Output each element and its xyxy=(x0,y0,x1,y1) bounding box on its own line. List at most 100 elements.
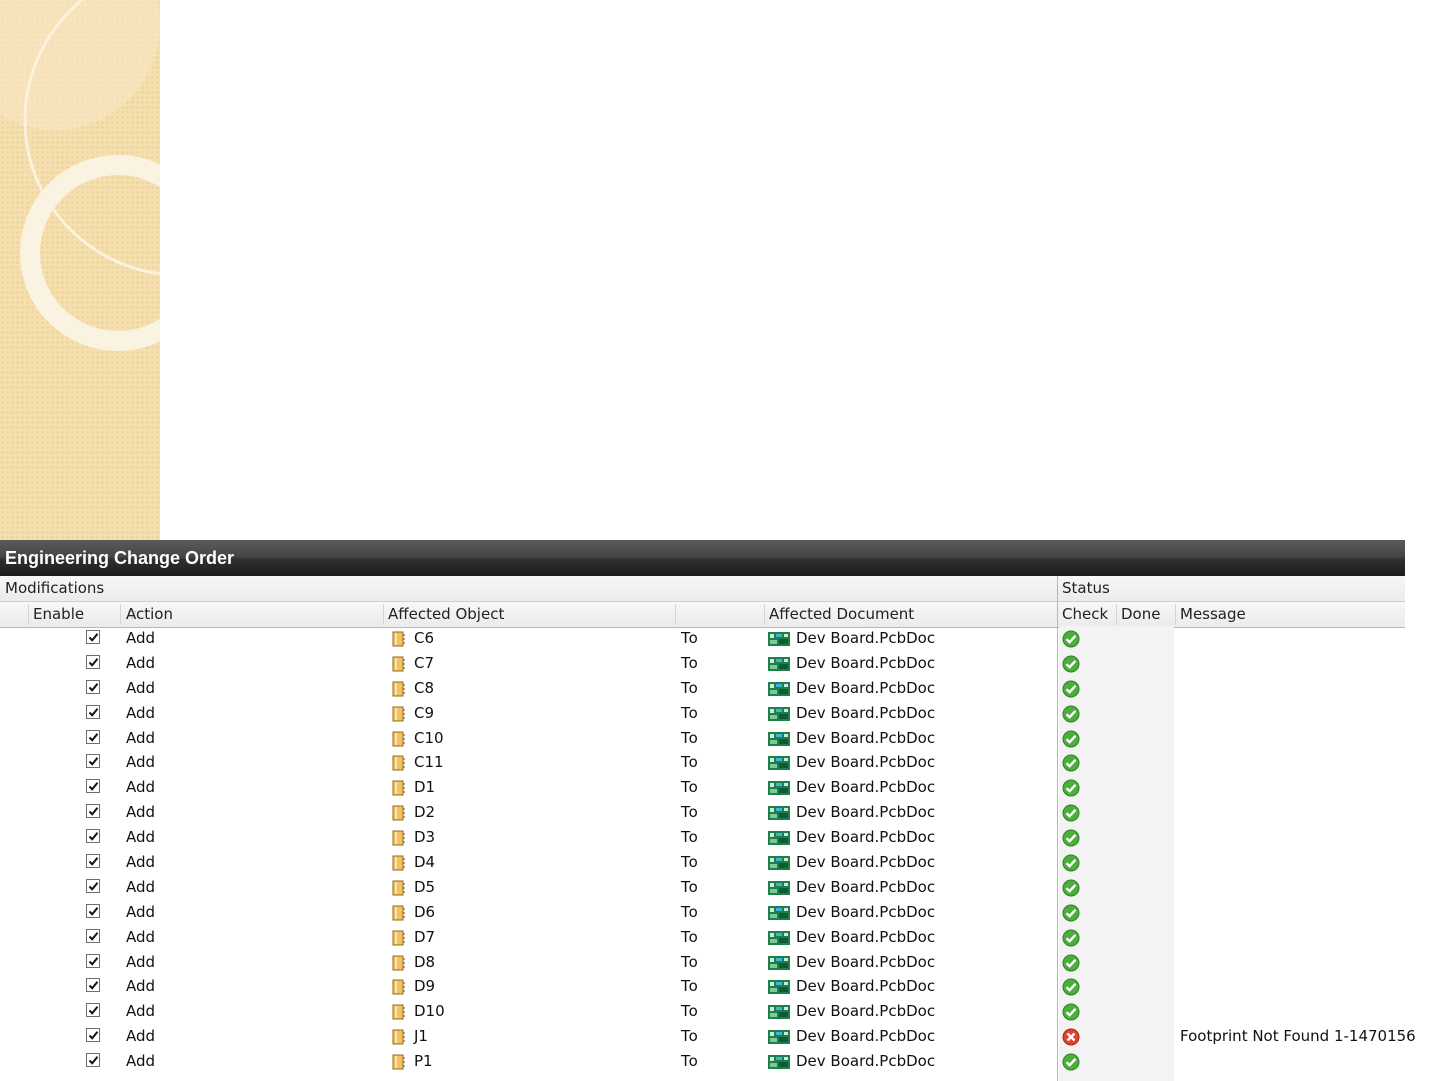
enable-checkbox[interactable] xyxy=(86,679,100,694)
action-cell: Add xyxy=(126,1002,156,1021)
table-row[interactable]: Add P1 To Dev Board.PcbDoc xyxy=(0,1049,1405,1074)
table-row[interactable]: Add J1 To Dev Board.PcbDoc Footprint Not… xyxy=(0,1024,1416,1049)
enable-checkbox[interactable] xyxy=(86,704,100,719)
green-check-icon xyxy=(1062,954,1080,976)
column-header-action[interactable]: Action xyxy=(121,602,383,627)
column-header-affected-document[interactable]: Affected Document xyxy=(764,602,1057,627)
enable-checkbox[interactable] xyxy=(86,630,100,644)
action-cell: Add xyxy=(126,828,156,847)
enable-checkbox[interactable] xyxy=(86,654,100,669)
component-icon xyxy=(392,955,405,971)
pcb-document-icon xyxy=(768,1055,790,1070)
table-row[interactable]: Add D4 To Dev Board.PcbDoc xyxy=(0,850,1405,875)
green-check-icon xyxy=(1062,879,1080,901)
pcb-document-icon xyxy=(768,756,790,771)
pcb-document-icon xyxy=(768,905,790,920)
to-cell: To xyxy=(681,927,699,946)
column-header-enable[interactable]: Enable ▽ xyxy=(28,602,136,627)
action-cell: Add xyxy=(126,977,156,996)
green-check-icon xyxy=(1062,680,1080,702)
enable-checkbox[interactable] xyxy=(86,878,100,893)
action-cell: Add xyxy=(126,853,156,872)
pcb-document-icon xyxy=(768,955,790,970)
affected-object-cell: C10 xyxy=(414,728,444,747)
action-cell: Add xyxy=(126,927,156,946)
table-row[interactable]: Add C11 To Dev Board.PcbDoc xyxy=(0,750,1405,775)
pcb-document-icon xyxy=(768,1030,790,1045)
table-row[interactable]: Add D8 To Dev Board.PcbDoc xyxy=(0,950,1405,975)
table-row[interactable]: Add C9 To Dev Board.PcbDoc xyxy=(0,701,1405,726)
action-cell: Add xyxy=(126,678,156,697)
enable-checkbox[interactable] xyxy=(86,903,100,918)
green-check-icon xyxy=(1062,754,1080,776)
table-row[interactable]: Add C7 To Dev Board.PcbDoc xyxy=(0,651,1405,676)
to-cell: To xyxy=(681,629,699,647)
action-cell: Add xyxy=(126,902,156,921)
table-row[interactable]: Add C10 To Dev Board.PcbDoc xyxy=(0,726,1405,751)
table-row[interactable]: Add D5 To Dev Board.PcbDoc xyxy=(0,875,1405,900)
to-cell: To xyxy=(681,902,699,921)
group-modifications: Modifications xyxy=(5,579,105,597)
affected-object-cell: C9 xyxy=(414,703,435,722)
column-header-affected-object[interactable]: Affected Object xyxy=(383,602,675,627)
affected-object-cell: P1 xyxy=(414,1052,433,1071)
column-header-check[interactable]: Check xyxy=(1057,602,1116,627)
decorative-panel xyxy=(0,0,160,540)
table-row[interactable]: Add D6 To Dev Board.PcbDoc xyxy=(0,900,1405,925)
enable-checkbox[interactable] xyxy=(86,854,100,869)
column-header-to[interactable] xyxy=(675,602,764,627)
affected-document-cell: Dev Board.PcbDoc xyxy=(796,653,936,672)
enable-checkbox[interactable] xyxy=(86,953,100,968)
pcb-document-icon xyxy=(768,880,790,895)
table-row[interactable]: Add D2 To Dev Board.PcbDoc xyxy=(0,800,1405,825)
enable-checkbox[interactable] xyxy=(86,1053,100,1068)
green-check-icon xyxy=(1062,655,1080,677)
column-header-blank[interactable] xyxy=(0,602,28,627)
enable-checkbox[interactable] xyxy=(86,729,100,744)
action-cell: Add xyxy=(126,1052,156,1071)
table-row[interactable]: Add D9 To Dev Board.PcbDoc xyxy=(0,974,1405,999)
green-check-icon xyxy=(1062,730,1080,752)
affected-document-cell: Dev Board.PcbDoc xyxy=(796,728,936,747)
enable-checkbox[interactable] xyxy=(86,1028,100,1043)
affected-object-cell: C6 xyxy=(414,629,435,647)
affected-object-cell: D10 xyxy=(414,1002,445,1021)
table-row[interactable]: Add D7 To Dev Board.PcbDoc xyxy=(0,925,1405,950)
pcb-document-icon xyxy=(768,681,790,696)
affected-document-cell: Dev Board.PcbDoc xyxy=(796,678,936,697)
action-cell: Add xyxy=(126,629,156,647)
to-cell: To xyxy=(681,1052,699,1071)
affected-object-cell: D7 xyxy=(414,927,436,946)
component-icon xyxy=(392,706,405,722)
green-check-icon xyxy=(1062,854,1080,876)
table-row[interactable]: Add C8 To Dev Board.PcbDoc xyxy=(0,676,1405,701)
decorative-circles xyxy=(0,0,160,351)
enable-checkbox[interactable] xyxy=(86,829,100,844)
enable-checkbox[interactable] xyxy=(86,779,100,794)
enable-checkbox[interactable] xyxy=(86,1003,100,1018)
green-check-icon xyxy=(1062,929,1080,951)
green-check-icon xyxy=(1062,705,1080,727)
affected-document-cell: Dev Board.PcbDoc xyxy=(796,877,936,896)
table-row[interactable]: Add D1 To Dev Board.PcbDoc xyxy=(0,775,1405,800)
affected-object-cell: C11 xyxy=(414,753,444,772)
pcb-document-icon xyxy=(768,632,790,646)
enable-checkbox[interactable] xyxy=(86,804,100,819)
to-cell: To xyxy=(681,803,699,822)
affected-object-cell: D3 xyxy=(414,828,436,847)
affected-document-cell: Dev Board.PcbDoc xyxy=(796,703,936,722)
enable-checkbox[interactable] xyxy=(86,754,100,769)
table-row[interactable]: Add D10 To Dev Board.PcbDoc xyxy=(0,999,1405,1024)
green-check-icon xyxy=(1062,829,1080,851)
enable-checkbox[interactable] xyxy=(86,978,100,993)
to-cell: To xyxy=(681,977,699,996)
to-cell: To xyxy=(681,653,699,672)
table-row[interactable]: Add D3 To Dev Board.PcbDoc xyxy=(0,825,1405,850)
column-header-done[interactable]: Done xyxy=(1116,602,1175,627)
column-header-message[interactable]: Message xyxy=(1175,602,1405,627)
pcb-document-icon xyxy=(768,930,790,945)
table-row[interactable]: Add C6 To Dev Board.PcbDoc xyxy=(0,626,1405,651)
affected-object-cell: C8 xyxy=(414,678,435,697)
message-cell: Footprint Not Found 1-1470156 xyxy=(1180,1027,1416,1046)
enable-checkbox[interactable] xyxy=(86,928,100,943)
